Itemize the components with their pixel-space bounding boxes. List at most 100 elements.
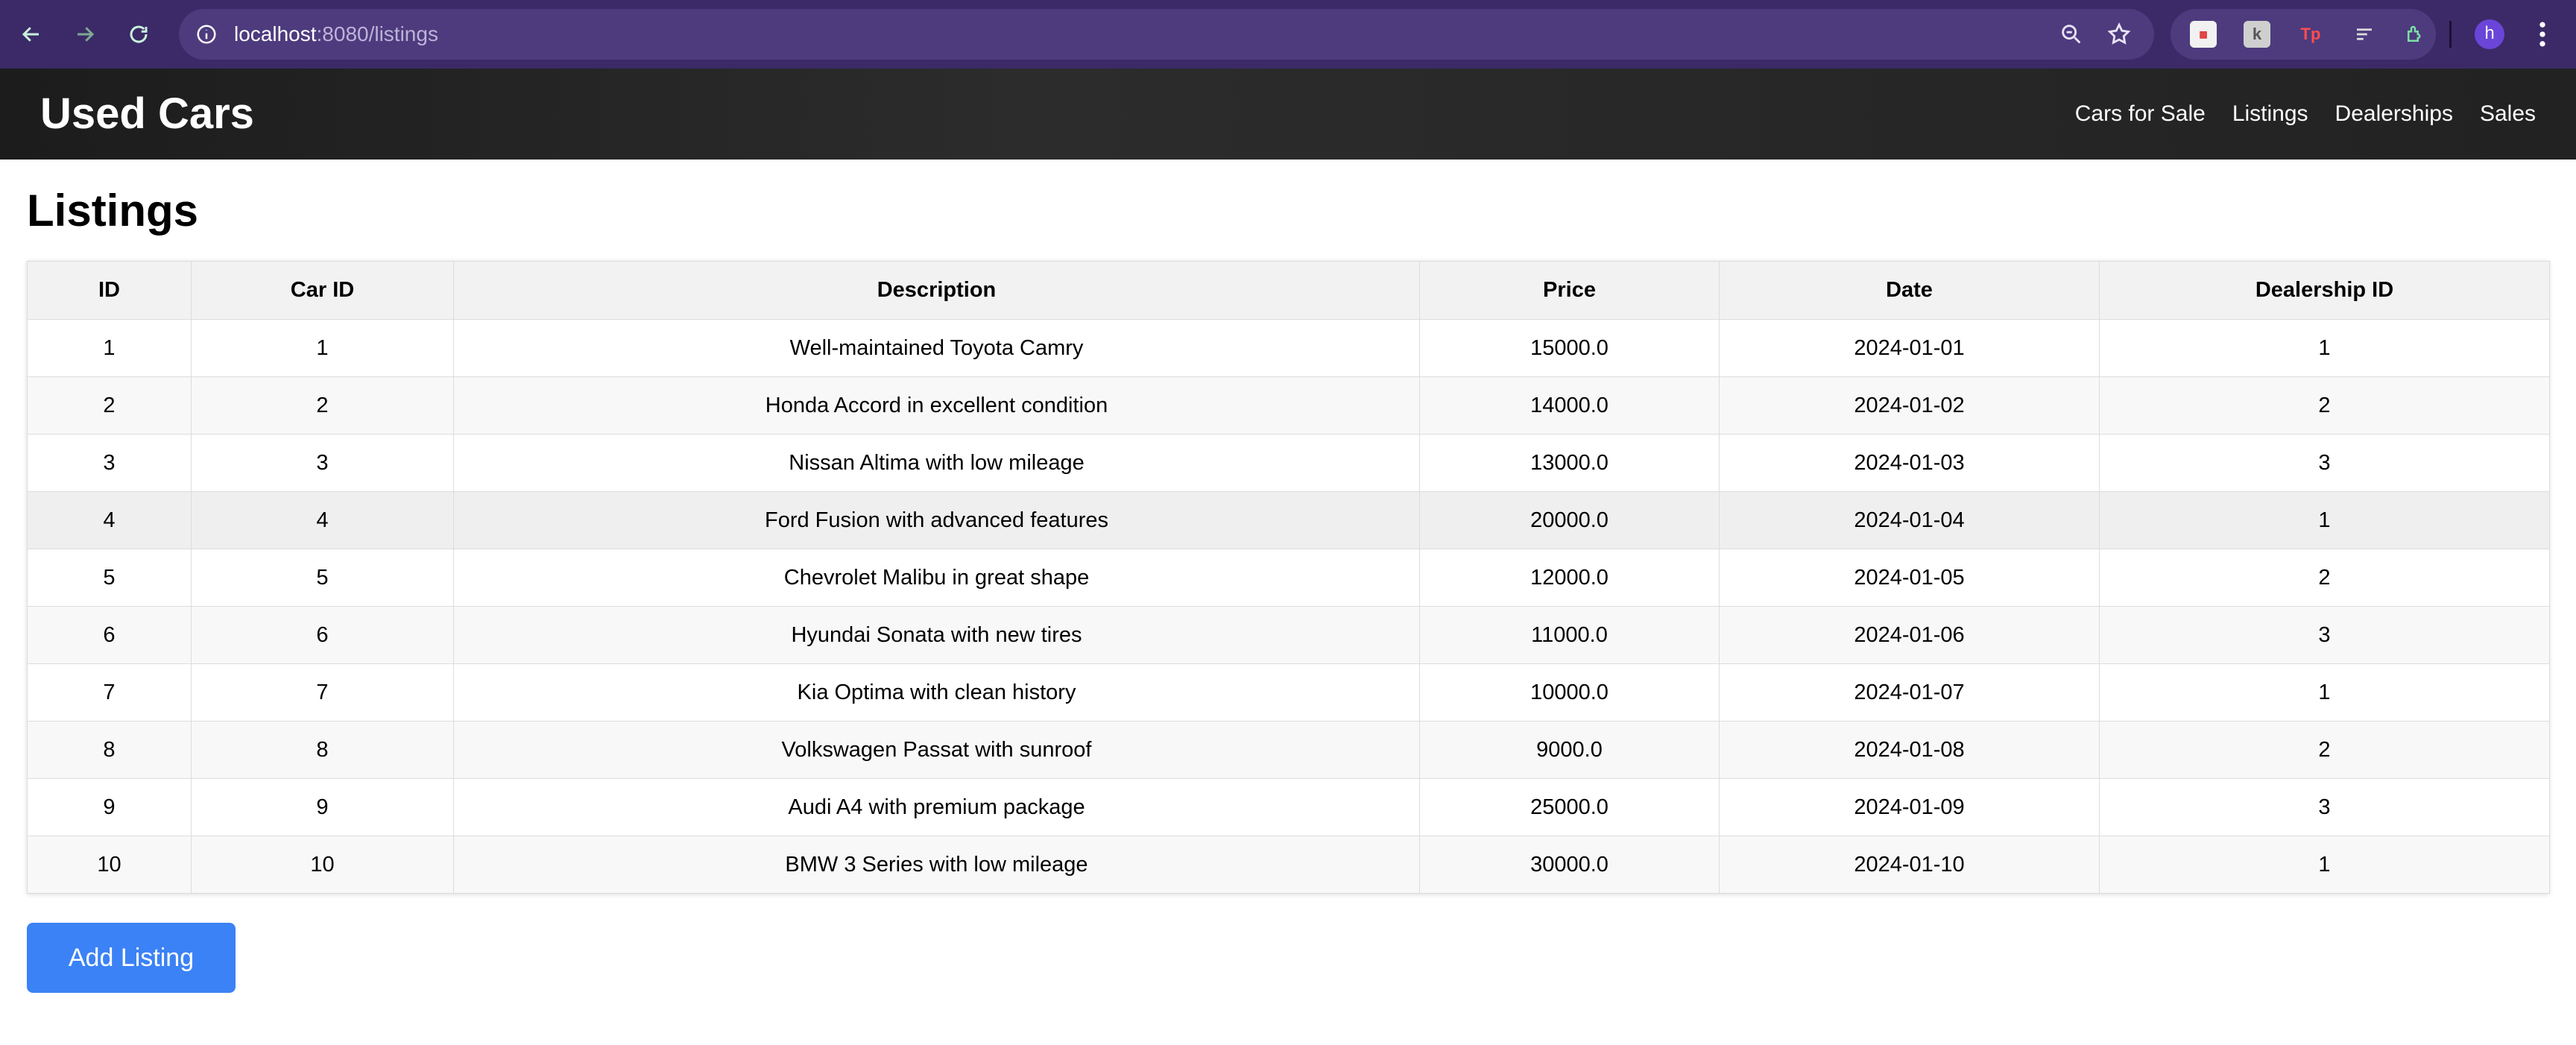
cell-car-id: 6 [191,606,454,664]
cell-date: 2024-01-07 [1719,663,2100,722]
cell-price: 20000.0 [1419,491,1720,549]
cell-car-id: 1 [191,319,454,377]
reload-icon[interactable] [121,16,157,52]
cell-description: Kia Optima with clean history [453,663,1420,722]
cell-description: Volkswagen Passat with sunroof [453,721,1420,779]
table-row: 2 2 Honda Accord in excellent condition 140… [27,376,2550,435]
cell-price: 13000.0 [1419,434,1720,492]
table-row: 1 1 Well-maintained Toyota Camry 15000.0 202… [27,319,2550,377]
cell-date: 2024-01-04 [1719,491,2100,549]
cell-date: 2024-01-03 [1719,434,2100,492]
page-title: Listings [27,186,199,236]
cell-description: Chevrolet Malibu in great shape [453,549,1420,607]
add-listing-button[interactable]: Add Listing [27,923,236,993]
list-extension-icon[interactable] [2351,21,2378,48]
table-row: 9 9 Audi A4 with premium package 25000.0 202… [27,778,2550,836]
site-header: Used Cars Cars for Sale Listings Dealers… [0,69,2576,160]
cell-id: 7 [27,663,192,722]
cell-description: Nissan Altima with low mileage [453,434,1420,492]
cell-price: 15000.0 [1419,319,1720,377]
nav-sales[interactable]: Sales [2480,101,2536,127]
nav-listings[interactable]: Listings [2232,101,2308,127]
calendar-extension-icon[interactable]: ▦ [2190,21,2217,48]
cell-date: 2024-01-09 [1719,778,2100,836]
site-title[interactable]: Used Cars [40,69,254,160]
cell-dealership-id: 2 [2099,376,2550,435]
cell-dealership-id: 1 [2099,319,2550,377]
cell-price: 10000.0 [1419,663,1720,722]
table-row: 4 4 Ford Fusion with advanced features 2000… [27,491,2550,549]
table-row: 10 10 BMW 3 Series with low mileage 30000.0… [27,836,2550,894]
cell-description: Honda Accord in excellent condition [453,376,1420,435]
cell-price: 30000.0 [1419,836,1720,894]
url-text[interactable]: localhost:8080/listings [234,9,438,60]
cell-dealership-id: 3 [2099,606,2550,664]
extensions-area: ▦ k Tp [2171,9,2436,60]
cell-price: 11000.0 [1419,606,1720,664]
cell-date: 2024-01-08 [1719,721,2100,779]
nav-cars-for-sale[interactable]: Cars for Sale [2075,101,2206,127]
cell-date: 2024-01-06 [1719,606,2100,664]
address-bar[interactable]: localhost:8080/listings [179,9,2154,60]
table-row: 6 6 Hyundai Sonata with new tires 11000.0 20… [27,606,2550,664]
back-icon[interactable] [13,16,49,52]
cell-car-id: 7 [191,663,454,722]
cell-id: 10 [27,836,192,894]
cell-dealership-id: 3 [2099,434,2550,492]
cell-id: 2 [27,376,192,435]
cell-car-id: 9 [191,778,454,836]
forward-icon[interactable] [67,16,103,52]
profile-avatar[interactable]: h [2475,19,2504,49]
cell-date: 2024-01-01 [1719,319,2100,377]
extensions-icon[interactable] [2402,21,2428,48]
cell-description: Hyundai Sonata with new tires [453,606,1420,664]
cell-price: 25000.0 [1419,778,1720,836]
cell-dealership-id: 2 [2099,721,2550,779]
table-row: 3 3 Nissan Altima with low mileage 13000.0 2… [27,434,2550,492]
tp-extension-icon[interactable]: Tp [2297,21,2324,48]
table-header-row: ID Car ID Description Price Date Dealers… [27,261,2550,320]
cell-id: 4 [27,491,192,549]
cell-dealership-id: 1 [2099,491,2550,549]
menu-icon[interactable] [2531,18,2554,51]
cell-car-id: 4 [191,491,454,549]
cell-date: 2024-01-02 [1719,376,2100,435]
cell-dealership-id: 1 [2099,836,2550,894]
cell-id: 3 [27,434,192,492]
cell-car-id: 3 [191,434,454,492]
cell-car-id: 10 [191,836,454,894]
cell-dealership-id: 2 [2099,549,2550,607]
column-header-description: Description [453,261,1420,320]
cell-id: 5 [27,549,192,607]
cell-car-id: 2 [191,376,454,435]
cell-dealership-id: 3 [2099,778,2550,836]
cell-dealership-id: 1 [2099,663,2550,722]
column-header-date: Date [1719,261,2100,320]
cell-id: 6 [27,606,192,664]
nav-dealerships[interactable]: Dealerships [2335,101,2453,127]
cell-description: BMW 3 Series with low mileage [453,836,1420,894]
cell-price: 12000.0 [1419,549,1720,607]
site-nav: Cars for Sale Listings Dealerships Sales [2075,69,2536,160]
table-row: 7 7 Kia Optima with clean history 10000.0 20… [27,663,2550,722]
column-header-dealership-id: Dealership ID [2099,261,2550,320]
zoom-icon[interactable] [2059,22,2084,47]
cell-id: 1 [27,319,192,377]
k-extension-icon[interactable]: k [2244,21,2270,48]
browser-toolbar: localhost:8080/listings ▦ k Tp h [0,0,2576,69]
info-icon[interactable] [195,23,218,45]
toolbar-separator [2449,21,2452,48]
table-row: 8 8 Volkswagen Passat with sunroof 9000.0 20… [27,721,2550,779]
cell-id: 8 [27,721,192,779]
cell-description: Ford Fusion with advanced features [453,491,1420,549]
cell-car-id: 5 [191,549,454,607]
star-icon[interactable] [2106,22,2132,47]
cell-description: Audi A4 with premium package [453,778,1420,836]
cell-date: 2024-01-10 [1719,836,2100,894]
column-header-id: ID [27,261,192,320]
cell-date: 2024-01-05 [1719,549,2100,607]
column-header-car-id: Car ID [191,261,454,320]
table-row: 5 5 Chevrolet Malibu in great shape 12000.0… [27,549,2550,607]
column-header-price: Price [1419,261,1720,320]
cell-price: 9000.0 [1419,721,1720,779]
